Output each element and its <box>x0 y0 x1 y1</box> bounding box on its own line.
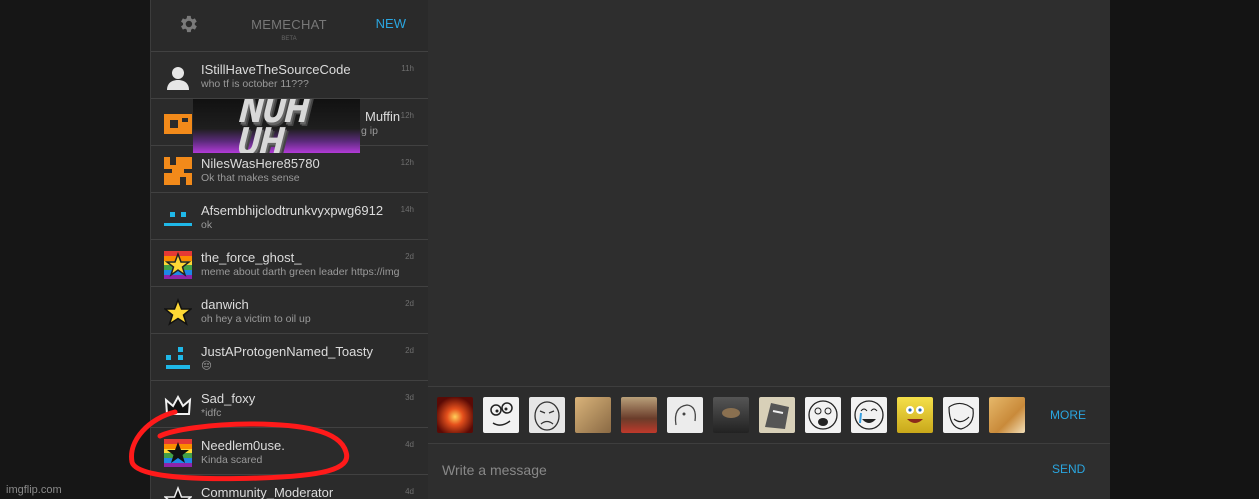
conversation-preview: oh hey a victim to oil up <box>201 313 311 325</box>
app-brand: MEMECHAT BETA <box>241 16 337 42</box>
conversation-item[interactable]: Needlem0use. Kinda scared 4d <box>151 428 428 475</box>
conversation-preview: g ip <box>361 125 378 137</box>
explosion-sticker[interactable] <box>437 397 473 433</box>
meme-face-sticker[interactable] <box>667 397 703 433</box>
left-background <box>0 0 150 499</box>
conversation-time: 11h <box>401 64 414 73</box>
conversation-item[interactable]: Afsembhijclodtrunkvyxpwg6912 ok 14h <box>151 193 428 240</box>
conversation-name: the_force_ghost_ <box>201 250 302 265</box>
conversation-item[interactable]: Sad_foxy *idfc 3d <box>151 381 428 428</box>
conversation-time: 4d <box>405 440 414 449</box>
rainbow-black-star-icon <box>164 439 192 467</box>
message-composer: SEND <box>428 443 1110 499</box>
conversation-name: Afsembhijclodtrunkvyxpwg6912 <box>201 203 384 218</box>
conversation-item[interactable]: Community_Moderator 4d <box>151 475 428 499</box>
cyan-pixel-icon <box>164 212 192 226</box>
gear-icon[interactable] <box>177 13 199 35</box>
conversation-name: Sad_foxy <box>201 391 256 406</box>
conversation-item[interactable]: JustAProtogenNamed_Toasty 😔 2d <box>151 334 428 381</box>
jesus-sticker[interactable] <box>621 397 657 433</box>
conversation-name: IStillHaveTheSourceCode <box>201 62 351 77</box>
conversation-item[interactable]: danwich oh hey a victim to oil up 2d <box>151 287 428 334</box>
conversation-preview: who tf is october 11??? <box>201 78 309 90</box>
troll-face-sticker[interactable] <box>943 397 979 433</box>
conversation-time: 14h <box>400 205 414 214</box>
right-background <box>1110 0 1259 499</box>
app-title: MEMECHAT <box>251 17 327 32</box>
conversation-item[interactable]: IStillHaveTheSourceCode who tf is octobe… <box>151 52 428 99</box>
conversation-time: 12h <box>400 158 414 167</box>
crown-icon <box>164 394 192 415</box>
sidebar-header: MEMECHAT BETA NEW <box>151 0 428 52</box>
doge-sticker[interactable] <box>989 397 1025 433</box>
conversation-item[interactable]: the_force_ghost_ meme about darth green … <box>151 240 428 287</box>
conversation-time: 2d <box>405 299 414 308</box>
person-icon <box>167 67 189 90</box>
spongebob-sticker[interactable] <box>897 397 933 433</box>
orange-pixel-icon <box>164 114 192 134</box>
conversation-preview: ok <box>201 219 213 231</box>
conversation-time: 3d <box>405 393 414 402</box>
cat-sticker[interactable] <box>575 397 611 433</box>
conversation-name: Needlem0use. <box>201 438 285 453</box>
cyan-pixel-icon <box>166 347 190 369</box>
doge-dark-sticker[interactable] <box>713 397 749 433</box>
watermark: imgflip.com <box>6 484 62 496</box>
conversation-name: NilesWasHere85780 <box>201 156 320 171</box>
tears-face-sticker[interactable] <box>851 397 887 433</box>
send-button[interactable]: SEND <box>1052 462 1085 476</box>
derp-sticker[interactable] <box>483 397 519 433</box>
conversation-sidebar: MEMECHAT BETA NEW IStillHaveTheSourceCod… <box>150 0 429 499</box>
cat-drawing-sticker[interactable] <box>759 397 795 433</box>
rainbow-star-icon <box>164 251 192 279</box>
orange-pixel-icon <box>164 157 192 185</box>
chat-panel: MORE SEND <box>428 0 1110 499</box>
message-input[interactable] <box>440 458 1004 482</box>
yellow-star-icon <box>164 298 192 326</box>
beta-label: BETA <box>281 36 297 42</box>
conversation-name: danwich <box>201 297 249 312</box>
conversation-time: 2d <box>405 252 414 261</box>
sticker-bar: MORE <box>428 386 1110 444</box>
conversation-preview: *idfc <box>201 407 222 419</box>
sad-face-sticker[interactable] <box>529 397 565 433</box>
nuh-uh-image: NUH UH <box>193 99 360 153</box>
conversation-preview: 😔 <box>201 360 212 372</box>
more-stickers-button[interactable]: MORE <box>1050 408 1086 422</box>
white-star-icon <box>164 486 192 499</box>
conversation-time: 12h <box>400 111 414 120</box>
conversation-preview: Kinda scared <box>201 454 263 466</box>
conversation-item[interactable]: NilesWasHere85780 Ok that makes sense 12… <box>151 146 428 193</box>
new-chat-button[interactable]: NEW <box>376 16 406 31</box>
conversation-preview: Ok that makes sense <box>201 172 300 184</box>
conversation-name: Community_Moderator <box>201 485 334 499</box>
conversation-name: JustAProtogenNamed_Toasty <box>201 344 373 359</box>
conversation-time: 2d <box>405 346 414 355</box>
conversation-name: Muffin <box>365 109 401 124</box>
conversation-preview: meme about darth green leader https://im… <box>201 266 400 278</box>
omg-face-sticker[interactable] <box>805 397 841 433</box>
conversation-time: 4d <box>405 487 414 496</box>
